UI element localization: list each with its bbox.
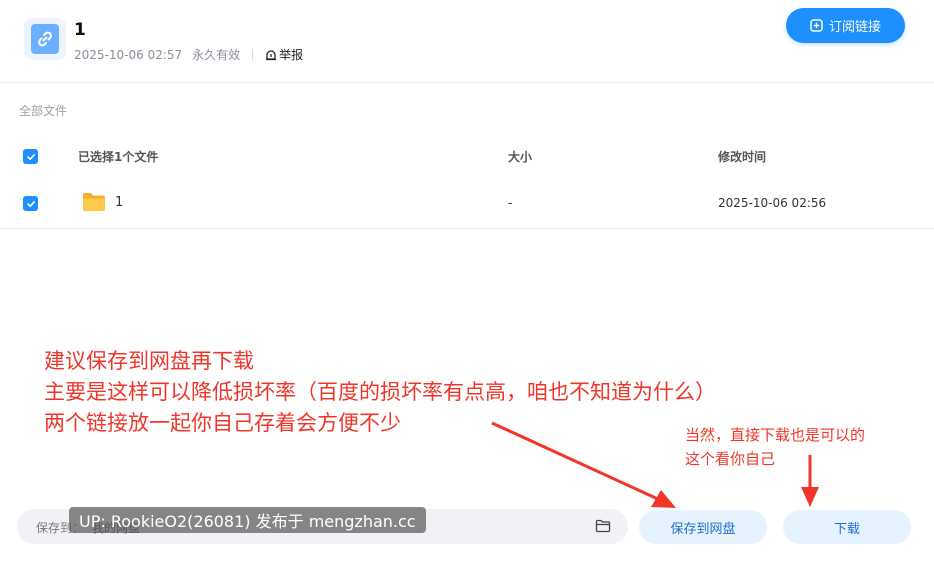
download-button[interactable]: 下载 [783, 510, 911, 544]
file-size: - [508, 196, 513, 210]
share-title: 1 [74, 20, 86, 40]
annotation-line: 两个链接放一起你自己存着会方便不少 [44, 411, 401, 435]
annotation-main: 建议保存到网盘再下载 主要是这样可以降低损坏率（百度的损坏率有点高，咱也不知道为… [44, 346, 716, 439]
file-name[interactable]: 1 [115, 195, 123, 210]
add-square-icon [810, 19, 823, 32]
share-meta: 2025-10-06 02:57 永久有效 举报 [74, 46, 303, 63]
breadcrumb[interactable]: 全部文件 [19, 102, 67, 119]
folder-icon [83, 193, 105, 211]
subscribe-label: 订阅链接 [828, 20, 881, 35]
report-link[interactable]: 举报 [265, 46, 303, 63]
select-all-checkbox[interactable] [23, 149, 38, 164]
header-divider [0, 82, 934, 83]
save-to-netdisk-button[interactable]: 保存到网盘 [639, 510, 767, 544]
share-validity: 永久有效 [192, 48, 241, 62]
column-header-size[interactable]: 大小 [508, 148, 532, 165]
annotation-line: 当然，直接下载也是可以的 [685, 426, 866, 444]
report-label: 举报 [279, 48, 304, 62]
column-header-name: 已选择1个文件 [78, 150, 159, 164]
subscribe-link-button[interactable]: 订阅链接 [786, 8, 905, 43]
watermark: UP: RookieO2(26081) 发布于 mengzhan.cc [69, 507, 426, 533]
report-icon [266, 49, 277, 60]
file-modified: 2025-10-06 02:56 [718, 196, 827, 210]
meta-divider [252, 48, 254, 61]
annotation-line: 建议保存到网盘再下载 [44, 349, 254, 373]
share-link-icon [24, 18, 66, 60]
row-checkbox[interactable] [23, 196, 38, 211]
annotation-line: 这个看你自己 [685, 450, 776, 468]
folder-picker-icon[interactable] [595, 519, 611, 533]
column-header-modified[interactable]: 修改时间 [718, 148, 766, 165]
row-divider [0, 228, 934, 229]
annotation-side: 当然，直接下载也是可以的 这个看你自己 [685, 423, 865, 471]
share-date: 2025-10-06 02:57 [74, 47, 183, 62]
check-icon [26, 153, 35, 160]
annotation-arrows [491, 421, 819, 508]
check-icon [26, 200, 35, 207]
annotation-line: 主要是这样可以降低损坏率（百度的损坏率有点高，咱也不知道为什么） [44, 380, 716, 404]
